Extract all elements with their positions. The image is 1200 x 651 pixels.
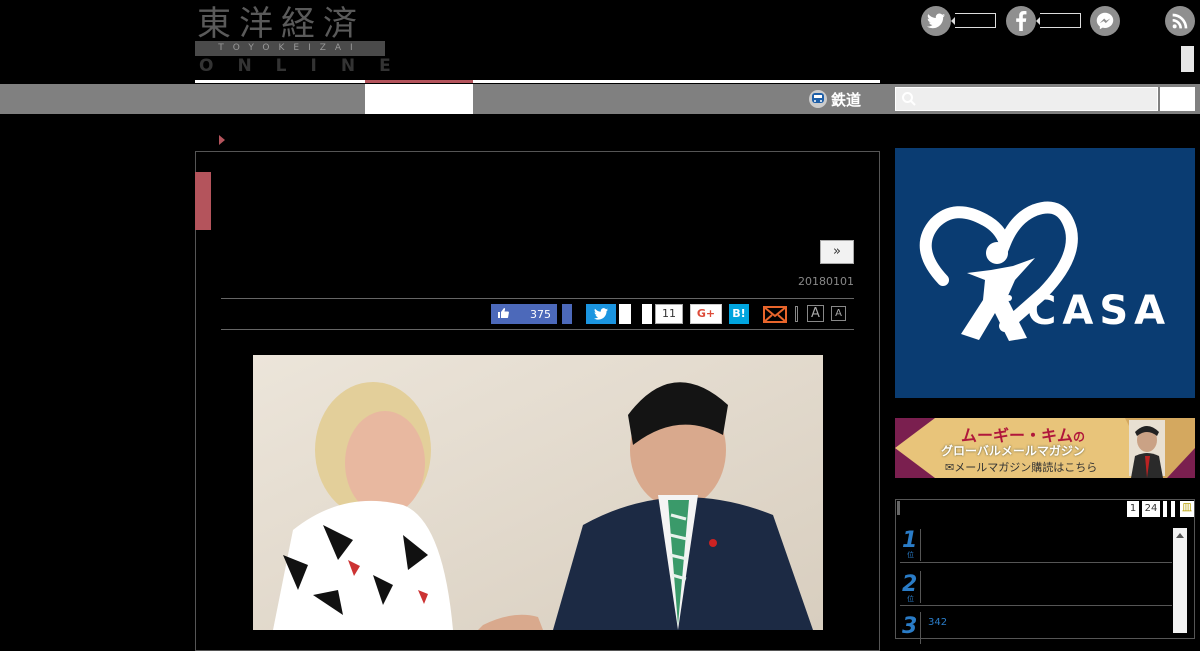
article-photo — [253, 355, 823, 630]
ranking-item-1-rank: 1 — [902, 528, 918, 553]
nav-item-rail[interactable]: 鉄道 — [809, 84, 861, 114]
mail-share-icon[interactable] — [763, 306, 787, 323]
rss-icon[interactable] — [1165, 6, 1195, 36]
font-small-button[interactable]: A — [831, 306, 846, 321]
search-input[interactable] — [895, 87, 1158, 111]
facebook-icon[interactable] — [1006, 6, 1036, 36]
ranking-scrollbar[interactable] — [1173, 528, 1187, 633]
nav-top-rule — [195, 80, 880, 83]
ranking-tab-24h[interactable]: 24 — [1142, 501, 1160, 517]
like-count: 375 — [530, 307, 551, 321]
facebook-share-button[interactable] — [562, 304, 572, 324]
hatena-bookmark-button[interactable]: B! — [729, 304, 749, 324]
font-large-button[interactable]: A — [807, 305, 824, 322]
ranking-item-3-views: 342 — [928, 617, 948, 628]
font-size-toggle[interactable] — [795, 306, 798, 322]
ranking-row-rule — [900, 562, 1172, 563]
scroll-up-icon[interactable] — [1173, 529, 1187, 543]
ranking-tab-more[interactable]: 皿 — [1180, 501, 1194, 517]
article-date: 20180101 — [798, 275, 854, 288]
facebook-follow-count — [1040, 13, 1081, 28]
ranking-item-1-suffix: 位 — [907, 551, 914, 559]
mail-magazine-banner-ad[interactable]: ムーギー・キムの グローバルメールマガジン ✉メールマガジン購読はこちら — [895, 418, 1195, 478]
ranking-row-rule — [900, 605, 1172, 606]
ranking-header-marker — [897, 501, 900, 515]
ranking-divider — [920, 529, 921, 561]
nav-active-indicator — [365, 80, 473, 83]
ranking-tab-week[interactable] — [1163, 501, 1167, 517]
site-logo[interactable]: 東洋経済 TOYOKEIZAI ONLINE — [195, 4, 391, 76]
share-bar-top-rule — [221, 298, 854, 299]
nav-rail-label: 鉄道 — [831, 90, 862, 109]
search-icon — [901, 91, 917, 107]
logo-roman: TOYOKEIZAI — [218, 43, 362, 53]
nav-active-tab[interactable] — [365, 84, 473, 114]
headline-accent-bar — [195, 172, 211, 230]
logo-kanji: 東洋経済 — [197, 4, 365, 44]
side-panel-tab[interactable] — [1181, 46, 1194, 72]
pocket-button[interactable] — [642, 304, 652, 324]
tweet-count — [619, 304, 631, 324]
mail-magazine-ad-subtitle: グローバルメールマガジン — [941, 444, 1085, 458]
casa-ad-text: CASA — [1027, 288, 1172, 334]
search-button[interactable] — [1160, 87, 1195, 111]
breadcrumb-arrow-icon — [219, 135, 225, 145]
share-bar-bottom-rule — [221, 329, 854, 330]
ranking-item-2-suffix: 位 — [907, 595, 914, 603]
logo-online: ONLINE — [199, 56, 415, 76]
ranking-divider — [920, 612, 921, 644]
next-page-button[interactable]: » — [820, 240, 854, 264]
twitter-follow-count — [955, 13, 996, 28]
ranking-item-3-rank: 3 — [902, 614, 918, 639]
ranking-item-2-rank: 2 — [902, 572, 918, 597]
ranking-divider — [920, 571, 921, 603]
ranking-tab-1h[interactable]: 1 — [1127, 501, 1139, 517]
messenger-icon[interactable] — [1090, 6, 1120, 36]
twitter-icon[interactable] — [921, 6, 951, 36]
thumbs-up-icon — [497, 307, 509, 322]
tweet-bird-icon — [594, 308, 608, 320]
facebook-like-button[interactable]: 375 — [491, 304, 557, 324]
casa-banner-ad[interactable]: CASA — [895, 148, 1195, 398]
mail-magazine-ad-cta: ✉メールマガジン購読はこちら — [945, 461, 1098, 474]
ranking-tab-month[interactable] — [1171, 501, 1175, 517]
hatena-bookmark-count: 11 — [655, 304, 683, 324]
google-plus-button[interactable]: G+ — [690, 304, 722, 324]
train-icon — [809, 90, 827, 108]
tweet-button[interactable] — [586, 304, 616, 324]
